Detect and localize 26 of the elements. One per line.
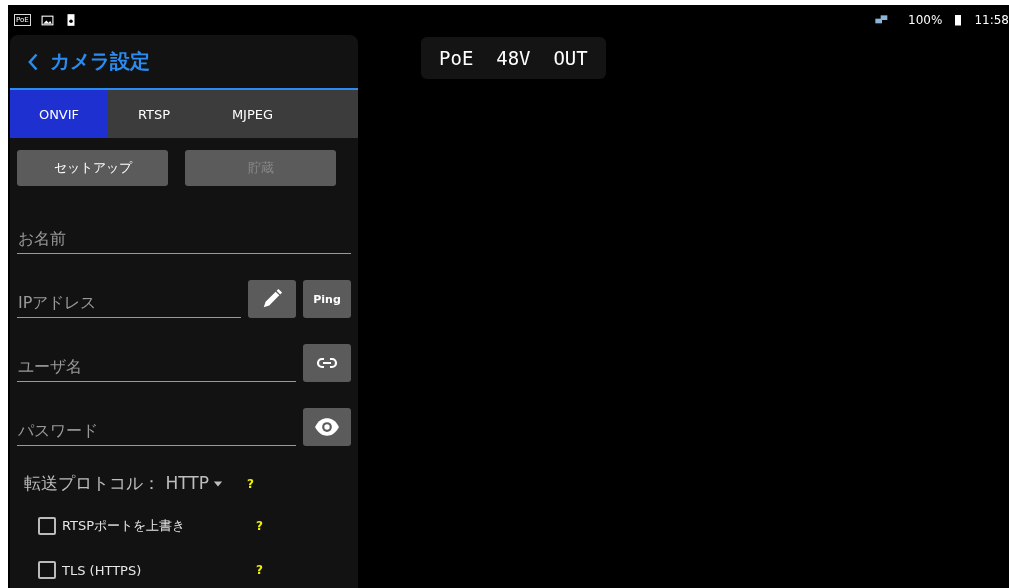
- poe-output-label: PoE 48V OUT: [421, 37, 606, 79]
- pencil-icon: [261, 288, 283, 310]
- input-field[interactable]: お名前: [17, 223, 351, 254]
- checkbox[interactable]: [38, 561, 56, 579]
- input-field[interactable]: ユーザ名: [17, 351, 296, 382]
- link-button[interactable]: [303, 344, 351, 382]
- input-field[interactable]: IPアドレス: [17, 287, 241, 318]
- show-password-button[interactable]: [303, 408, 351, 446]
- help-mark[interactable]: ?: [246, 476, 254, 491]
- tab[interactable]: RTSP: [108, 90, 200, 138]
- protocol-dropdown[interactable]: 転送プロトコル： HTTP: [24, 472, 223, 495]
- checkbox[interactable]: [38, 517, 56, 535]
- option-label: RTSPポートを上書き: [62, 517, 187, 535]
- panel-title: カメラ設定: [50, 48, 150, 75]
- tab[interactable]: MJPEG: [200, 90, 305, 138]
- ping-button[interactable]: Ping: [303, 280, 351, 318]
- image-icon: [40, 13, 54, 27]
- edit-button[interactable]: [248, 280, 296, 318]
- status-time: 11:58: [974, 13, 1009, 27]
- option-label: TLS (HTTPS): [62, 562, 143, 578]
- input-field[interactable]: パスワード: [17, 415, 296, 446]
- action-button[interactable]: セットアップ: [17, 150, 168, 186]
- help-mark[interactable]: ?: [256, 519, 263, 533]
- help-mark[interactable]: ?: [256, 563, 263, 577]
- battery-percent: 100%: [908, 13, 943, 27]
- tab[interactable]: ONVIF: [10, 90, 108, 138]
